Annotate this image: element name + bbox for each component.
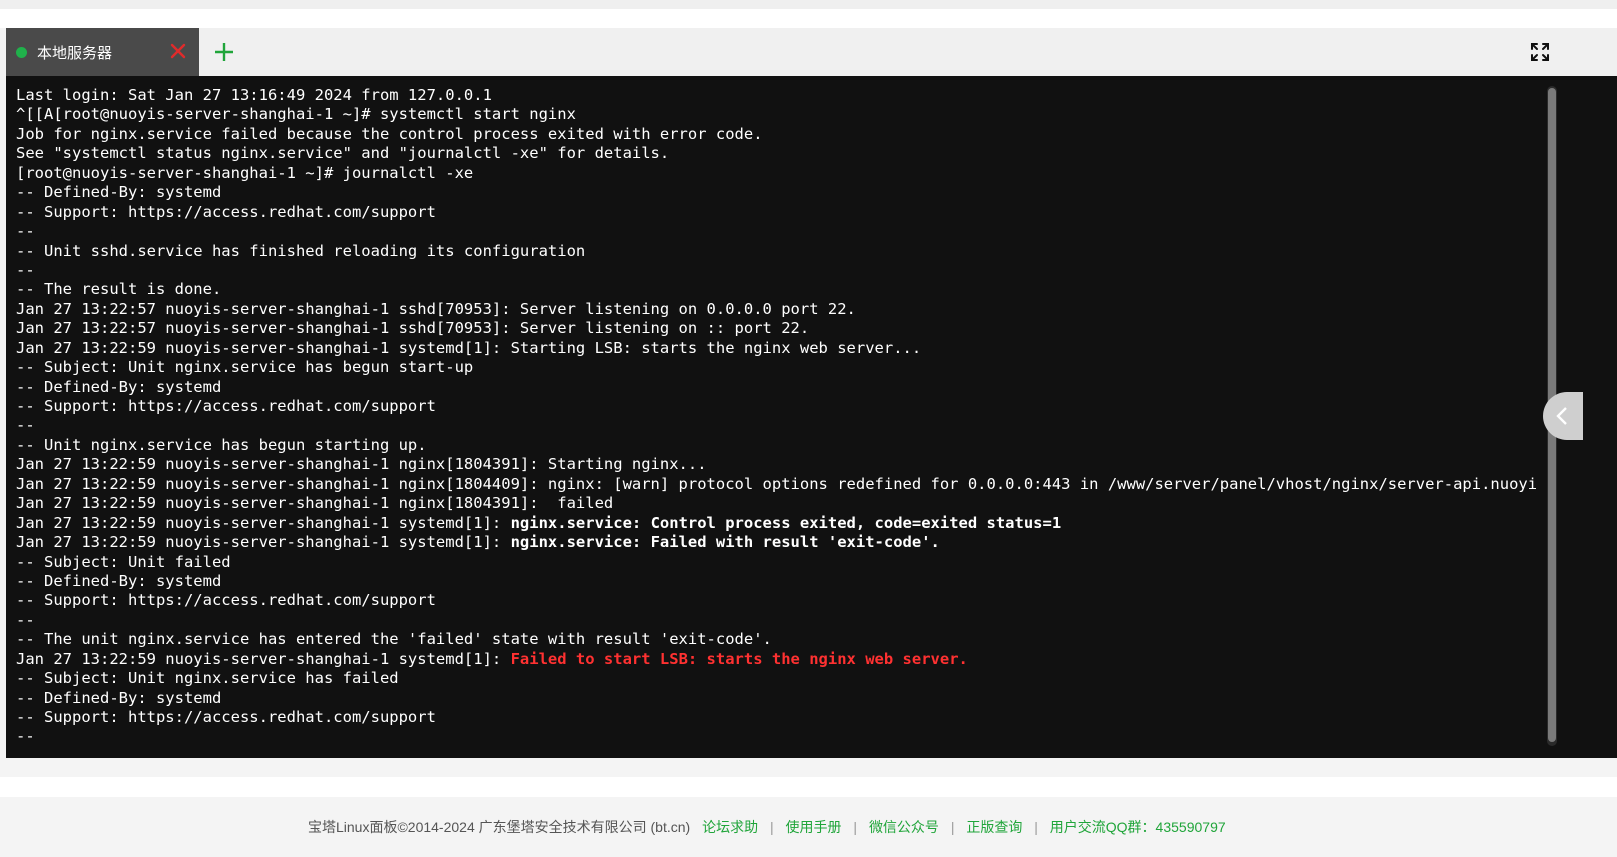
terminal-line: Jan 27 13:22:59 nuoyis-server-shanghai-1…	[16, 494, 1536, 513]
terminal-text: --	[16, 416, 35, 435]
terminal-line: -- Support: https://access.redhat.com/su…	[16, 397, 1536, 416]
sidebar-toggle-button[interactable]	[1543, 392, 1583, 440]
terminal-line: -- Support: https://access.redhat.com/su…	[16, 203, 1536, 222]
footer: 宝塔Linux面板©2014-2024 广东堡塔安全技术有限公司 (bt.cn)…	[308, 817, 1226, 837]
terminal-text: Jan 27 13:22:59 nuoyis-server-shanghai-1…	[16, 494, 614, 513]
terminal-line: --	[16, 222, 1536, 241]
plus-icon[interactable]	[212, 40, 236, 64]
terminal-line: -- Defined-By: systemd	[16, 378, 1536, 397]
terminal-line: --	[16, 611, 1536, 630]
terminal-text: -- Unit sshd.service has finished reload…	[16, 241, 586, 260]
terminal-line: Jan 27 13:22:59 nuoyis-server-shanghai-1…	[16, 514, 1536, 533]
close-icon[interactable]	[168, 41, 188, 61]
terminal-line: -- Defined-By: systemd	[16, 689, 1536, 708]
terminal-text: -- Defined-By: systemd	[16, 183, 222, 202]
footer-link-wechat[interactable]: 微信公众号	[869, 819, 939, 835]
fullscreen-icon[interactable]	[1530, 42, 1550, 62]
footer-link-forum[interactable]: 论坛求助	[702, 819, 758, 835]
chevron-left-icon	[1556, 407, 1567, 425]
terminal-text: Failed to start LSB: starts the nginx we…	[510, 649, 968, 668]
footer-link-license[interactable]: 正版查询	[966, 819, 1022, 835]
terminal-line: --	[16, 727, 1536, 746]
terminal-text: -- Support: https://access.redhat.com/su…	[16, 591, 436, 610]
terminal-line: Jan 27 13:22:59 nuoyis-server-shanghai-1…	[16, 533, 1536, 552]
terminal-line: Jan 27 13:22:57 nuoyis-server-shanghai-1…	[16, 300, 1536, 319]
terminal-text: -- Unit nginx.service has begun starting…	[16, 435, 427, 454]
terminal-line: -- The unit nginx.service has entered th…	[16, 630, 1536, 649]
terminal-text: -- The unit nginx.service has entered th…	[16, 630, 772, 649]
terminal-text: --	[16, 727, 35, 746]
terminal-text: -- Support: https://access.redhat.com/su…	[16, 202, 436, 221]
terminal-line: Jan 27 13:22:59 nuoyis-server-shanghai-1…	[16, 650, 1536, 669]
terminal-text: Job for nginx.service failed because the…	[16, 124, 763, 143]
terminal-text: nginx.service: Control process exited, c…	[510, 513, 1062, 532]
footer-band	[0, 777, 1617, 797]
terminal-text: -- Subject: Unit nginx.service has faile…	[16, 669, 399, 688]
footer-separator: |	[950, 819, 955, 835]
footer-separator: |	[853, 819, 858, 835]
terminal-line: Jan 27 13:22:57 nuoyis-server-shanghai-1…	[16, 319, 1536, 338]
terminal-line: -- Support: https://access.redhat.com/su…	[16, 591, 1536, 610]
terminal-text: nginx.service: Failed with result 'exit-…	[510, 533, 940, 552]
terminal-text: -- Defined-By: systemd	[16, 688, 222, 707]
terminal-line: -- Subject: Unit failed	[16, 553, 1536, 572]
terminal-text: [root@nuoyis-server-shanghai-1 ~]# journ…	[16, 163, 474, 182]
terminal-text: See "systemctl status nginx.service" and…	[16, 144, 670, 163]
terminal-text: Jan 27 13:22:57 nuoyis-server-shanghai-1…	[16, 319, 810, 338]
terminal-line: Last login: Sat Jan 27 13:16:49 2024 fro…	[16, 86, 1536, 105]
header-band	[0, 9, 1617, 28]
terminal-line: -- Subject: Unit nginx.service has faile…	[16, 669, 1536, 688]
tab-label: 本地服务器	[37, 44, 113, 62]
terminal-line: --	[16, 261, 1536, 280]
terminal-text: Jan 27 13:22:59 nuoyis-server-shanghai-1…	[16, 513, 511, 532]
terminal-text: --	[16, 260, 35, 279]
top-strip	[0, 0, 1617, 9]
terminal-line: -- Support: https://access.redhat.com/su…	[16, 708, 1536, 727]
terminal-text: -- Subject: Unit failed	[16, 552, 231, 571]
terminal-line: --	[16, 416, 1536, 435]
terminal-text: Jan 27 13:22:59 nuoyis-server-shanghai-1…	[16, 474, 1536, 493]
terminal-text: -- Subject: Unit nginx.service has begun…	[16, 358, 474, 377]
terminal-line: -- Unit nginx.service has begun starting…	[16, 436, 1536, 455]
footer-copyright: 宝塔Linux面板©2014-2024 广东堡塔安全技术有限公司 (bt.cn)	[308, 819, 691, 835]
terminal-line: Job for nginx.service failed because the…	[16, 125, 1536, 144]
terminal-line: ^[[A[root@nuoyis-server-shanghai-1 ~]# s…	[16, 105, 1536, 124]
footer-link-qq-group[interactable]: 用户交流QQ群：435590797	[1050, 819, 1226, 835]
terminal-line: Jan 27 13:22:59 nuoyis-server-shanghai-1…	[16, 455, 1536, 474]
terminal-line: -- Defined-By: systemd	[16, 572, 1536, 591]
terminal-text: --	[16, 222, 35, 241]
footer-link-manual[interactable]: 使用手册	[786, 819, 842, 835]
terminal-text: -- Support: https://access.redhat.com/su…	[16, 397, 436, 415]
terminal-text: -- Support: https://access.redhat.com/su…	[16, 708, 436, 726]
terminal-text: -- Defined-By: systemd	[16, 571, 222, 590]
terminal-line: Jan 27 13:22:59 nuoyis-server-shanghai-1…	[16, 475, 1536, 494]
tab-bar: 本地服务器	[6, 28, 1617, 76]
terminal-line: Jan 27 13:22:59 nuoyis-server-shanghai-1…	[16, 339, 1536, 358]
terminal-text: Jan 27 13:22:59 nuoyis-server-shanghai-1…	[16, 338, 922, 357]
terminal-line: [root@nuoyis-server-shanghai-1 ~]# journ…	[16, 164, 1536, 183]
terminal-line: -- Subject: Unit nginx.service has begun…	[16, 358, 1536, 377]
terminal-text: -- Defined-By: systemd	[16, 377, 222, 396]
terminal-line: -- Defined-By: systemd	[16, 183, 1536, 202]
terminal-text: Jan 27 13:22:59 nuoyis-server-shanghai-1…	[16, 533, 511, 552]
terminal-text: Jan 27 13:22:59 nuoyis-server-shanghai-1…	[16, 649, 511, 668]
status-dot-icon	[16, 46, 27, 58]
tab-local-server[interactable]: 本地服务器	[6, 28, 199, 76]
terminal-text: -- The result is done.	[16, 280, 222, 299]
terminal-line: -- Unit sshd.service has finished reload…	[16, 242, 1536, 261]
terminal-line: -- The result is done.	[16, 280, 1536, 299]
terminal-output[interactable]: Last login: Sat Jan 27 13:16:49 2024 fro…	[16, 86, 1536, 756]
terminal-text: ^[[A[root@nuoyis-server-shanghai-1 ~]# s…	[16, 105, 576, 124]
footer-separator: |	[769, 819, 774, 835]
terminal-line: See "systemctl status nginx.service" and…	[16, 144, 1536, 163]
terminal-text: Last login: Sat Jan 27 13:16:49 2024 fro…	[16, 86, 492, 104]
terminal-text: Jan 27 13:22:57 nuoyis-server-shanghai-1…	[16, 299, 856, 318]
footer-separator: |	[1034, 819, 1038, 835]
terminal-text: Jan 27 13:22:59 nuoyis-server-shanghai-1…	[16, 455, 707, 474]
terminal-text: --	[16, 610, 35, 629]
terminal-panel: 本地服务器 Last login: Sat Jan 27 13:16:49 20…	[6, 28, 1617, 758]
